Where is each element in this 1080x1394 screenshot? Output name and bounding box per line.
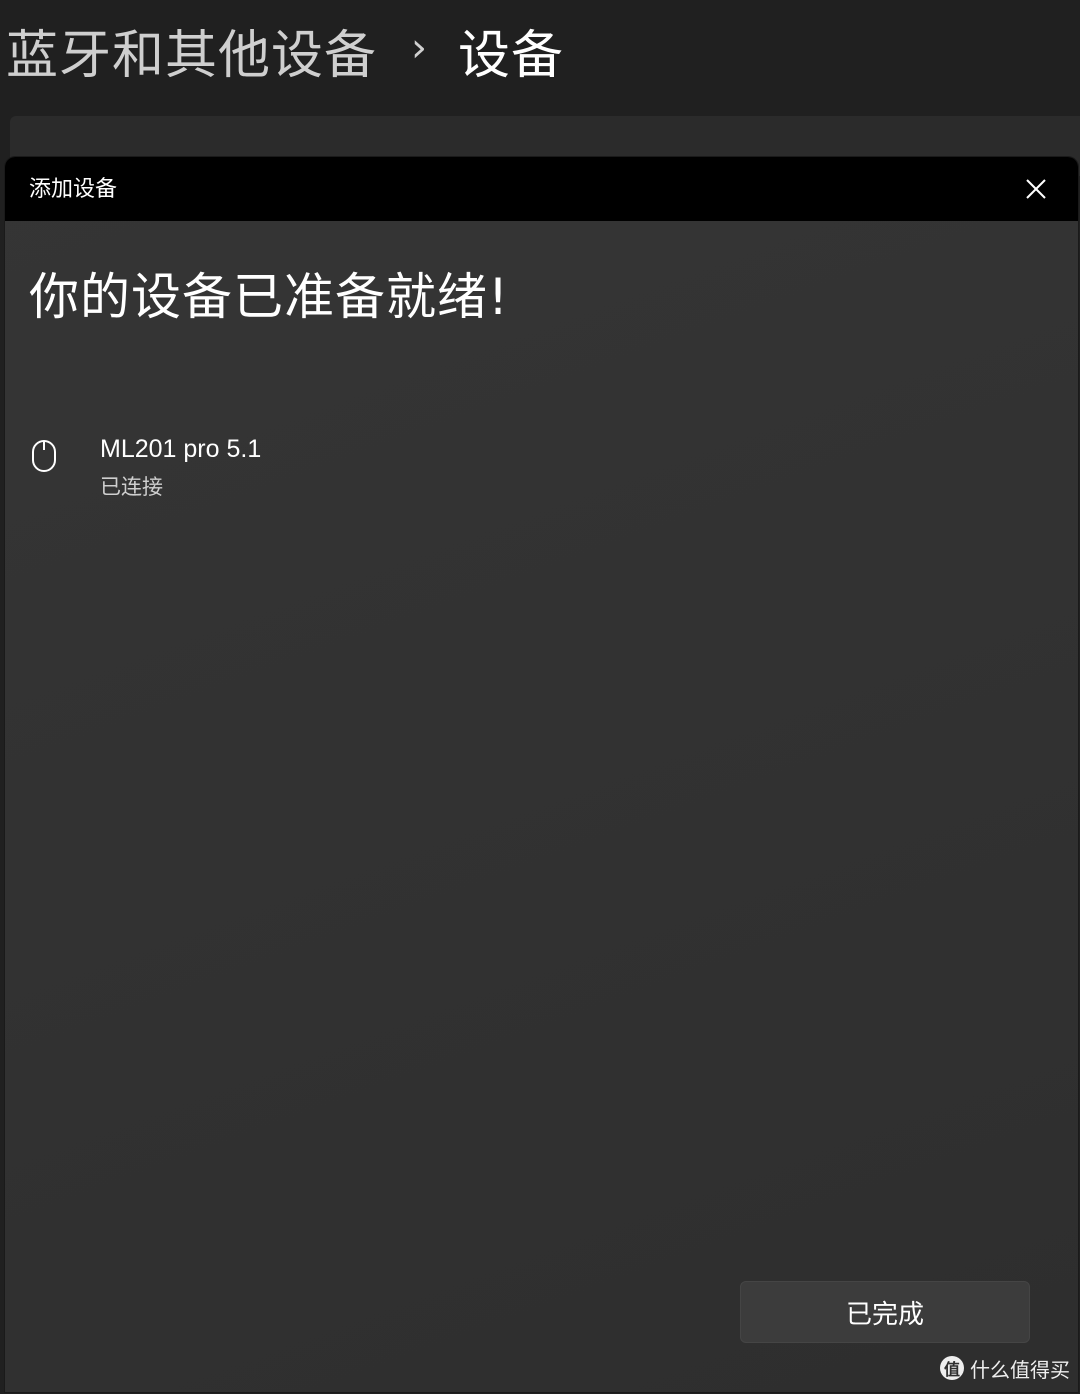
breadcrumb: 蓝牙和其他设备 › 设备 xyxy=(6,10,564,90)
close-button[interactable] xyxy=(1016,169,1056,209)
chevron-right-icon: › xyxy=(411,25,429,71)
dialog-title: 添加设备 xyxy=(29,177,118,202)
device-list-item: ML201 pro 5.1 已连接 xyxy=(5,429,1078,499)
settings-window: 蓝牙和其他设备 › 设备 添加设备 你的设备已准备就绪! ML201 pro 5… xyxy=(0,0,1080,1394)
watermark-text: 什么值得买 xyxy=(970,1357,1070,1382)
dialog-heading: 你的设备已准备就绪! xyxy=(29,268,510,326)
device-name: ML201 pro 5.1 xyxy=(100,435,262,463)
watermark: 值 什么值得买 xyxy=(940,1352,1070,1384)
done-button[interactable]: 已完成 xyxy=(740,1281,1030,1343)
breadcrumb-current: 设备 xyxy=(458,25,565,86)
mouse-icon xyxy=(32,440,56,472)
device-status: 已连接 xyxy=(100,475,163,499)
add-device-dialog: 添加设备 你的设备已准备就绪! ML201 pro 5.1 已连接 已完成 xyxy=(5,157,1078,1392)
close-icon xyxy=(1026,179,1046,199)
smzdm-logo-icon: 值 xyxy=(940,1356,964,1380)
dialog-titlebar: 添加设备 xyxy=(5,157,1078,221)
breadcrumb-parent-link[interactable]: 蓝牙和其他设备 xyxy=(6,13,377,88)
